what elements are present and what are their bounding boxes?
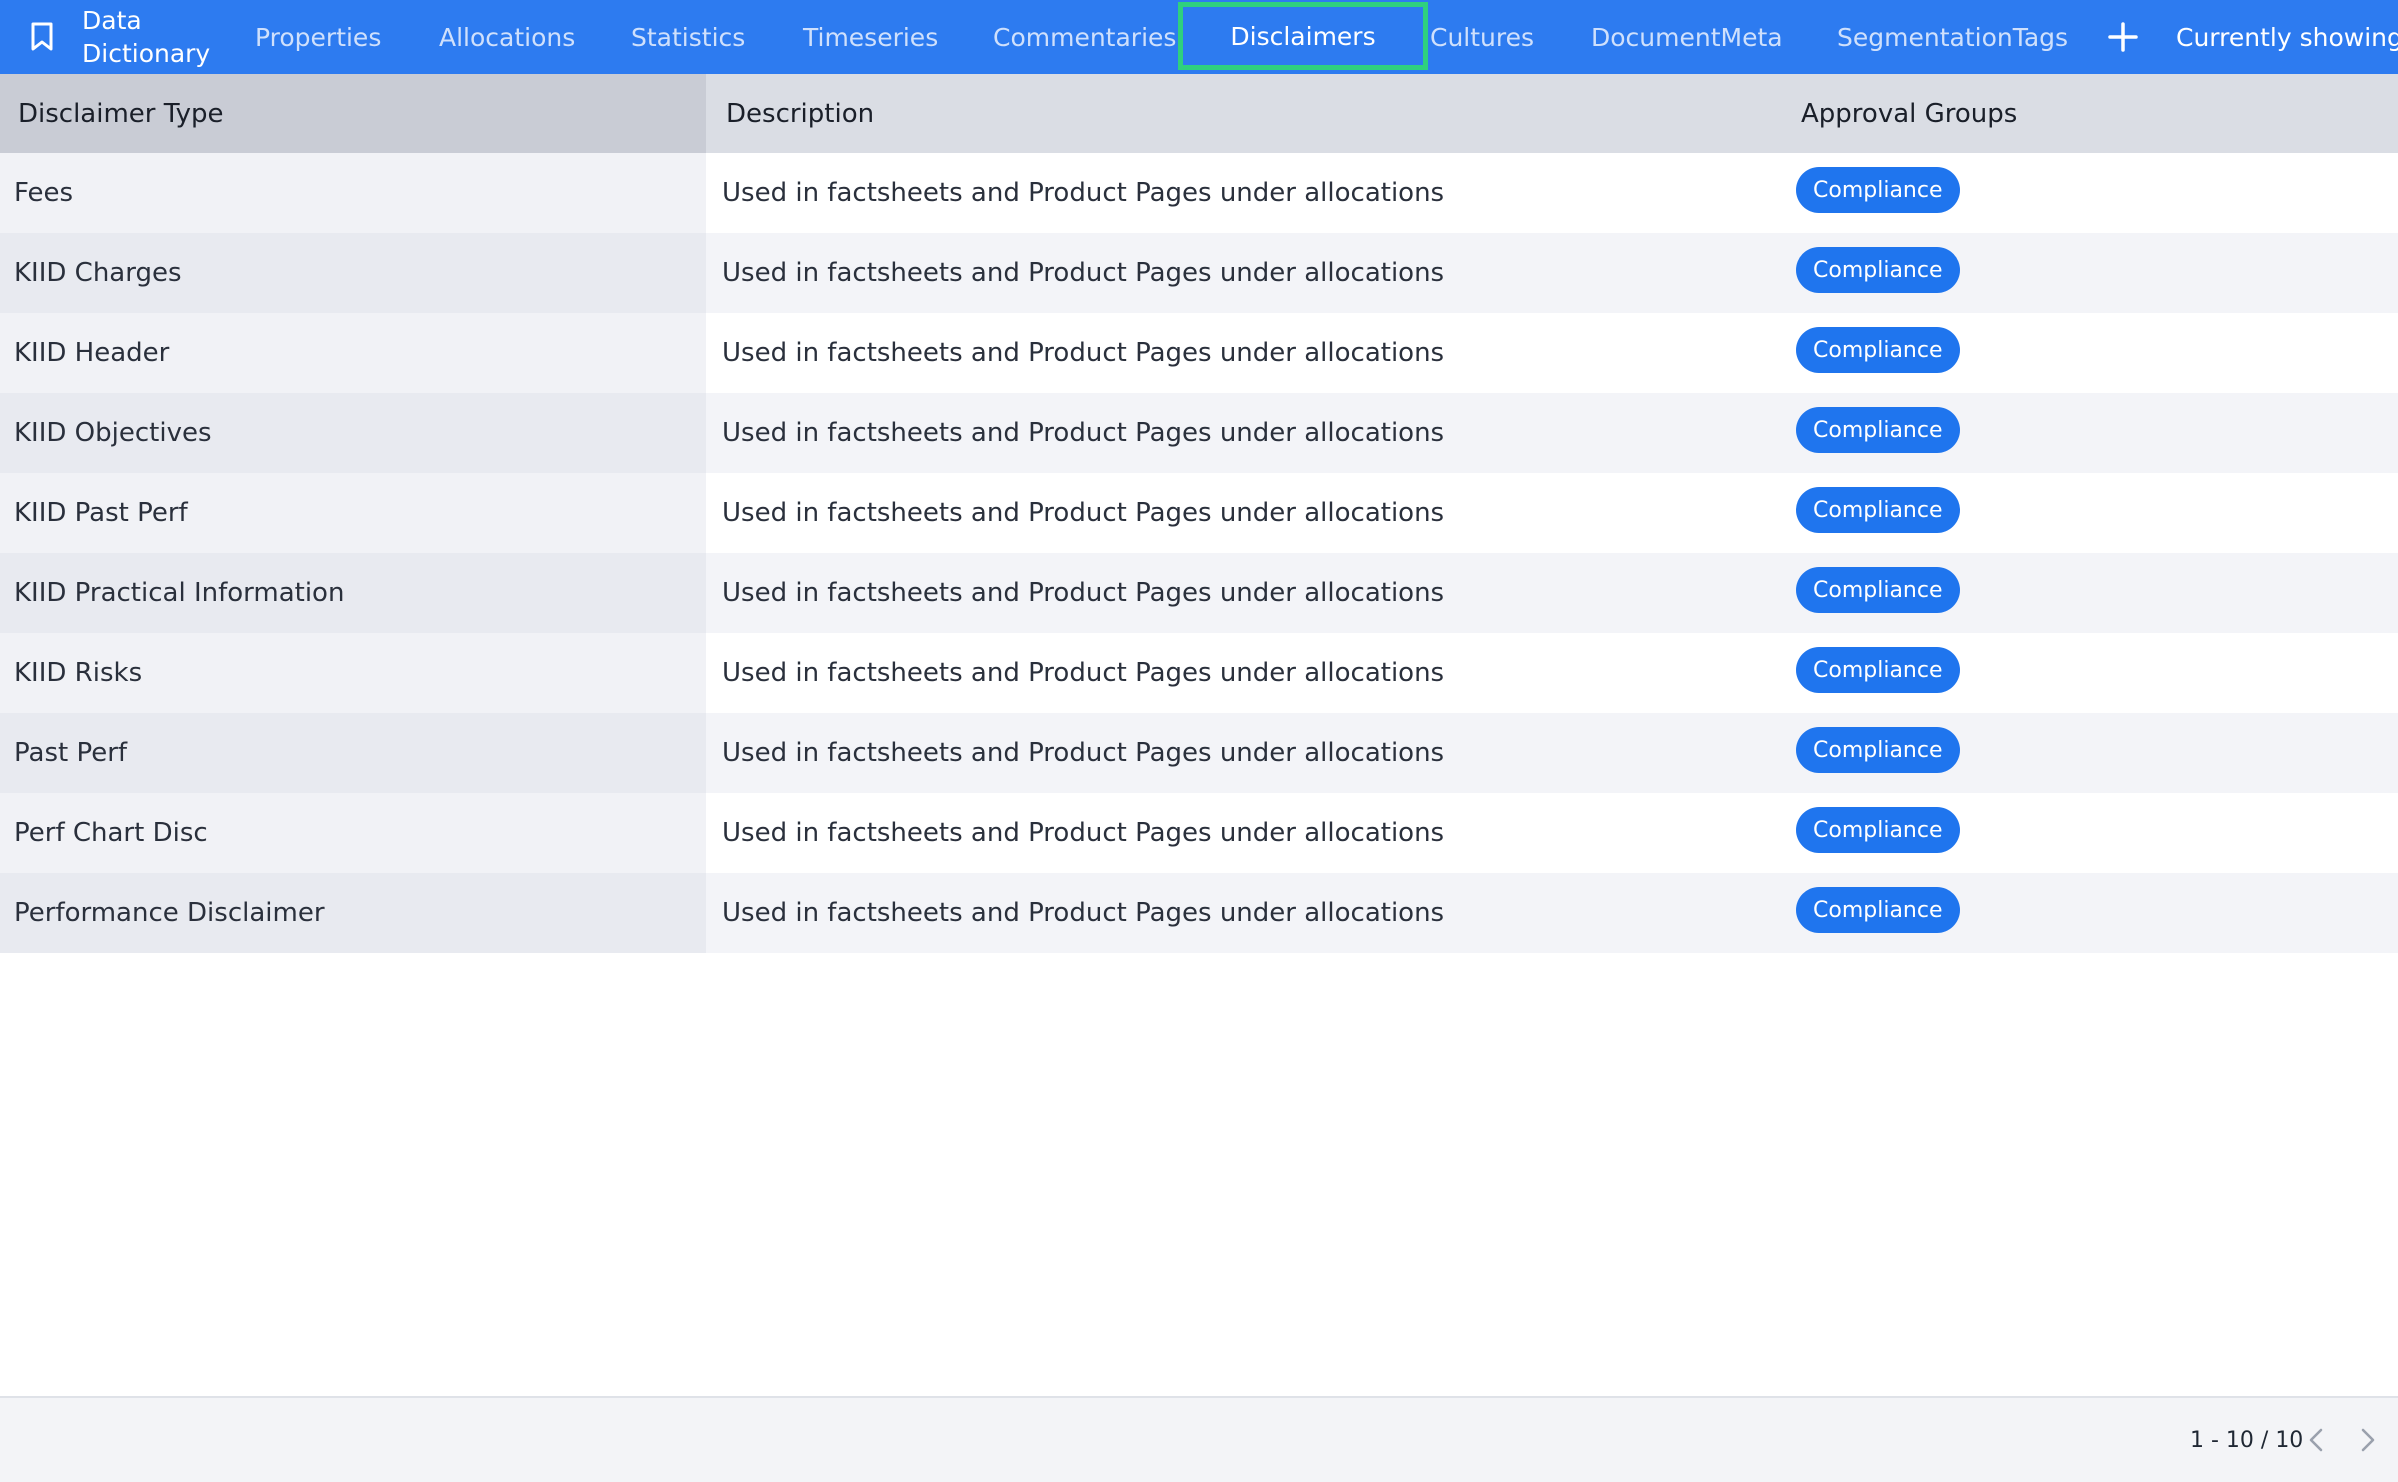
table-row[interactable]: KIID Header Used in factsheets and Produ… [0, 313, 2398, 393]
table-row[interactable]: KIID Risks Used in factsheets and Produc… [0, 633, 2398, 713]
tab-documentmeta[interactable]: DocumentMeta [1591, 0, 1783, 74]
table-footer: 1 - 10 / 10 [0, 1396, 2398, 1482]
disclaimer-type-cell: Past Perf [0, 713, 706, 793]
top-navigation: Data Dictionary Properties Allocations S… [0, 0, 2398, 74]
disclaimer-type-cell: KIID Charges [0, 233, 706, 313]
approval-groups-cell: Compliance [1796, 887, 1960, 933]
tab-cultures[interactable]: Cultures [1430, 0, 1534, 74]
brand-line-1: Data [82, 6, 142, 35]
description-cell: Used in factsheets and Product Pages und… [722, 178, 1445, 208]
disclaimer-type-cell: KIID Practical Information [0, 553, 706, 633]
plus-icon[interactable] [2106, 0, 2140, 74]
approval-group-badge[interactable]: Compliance [1796, 807, 1960, 853]
description-cell: Used in factsheets and Product Pages und… [722, 818, 1445, 848]
approval-groups-cell: Compliance [1796, 487, 1960, 533]
column-header-approval-groups[interactable]: Approval Groups [1801, 74, 2017, 153]
tab-timeseries[interactable]: Timeseries [803, 0, 938, 74]
approval-groups-cell: Compliance [1796, 327, 1960, 373]
chevron-left-icon[interactable] [2298, 1422, 2334, 1458]
description-cell: Used in factsheets and Product Pages und… [722, 578, 1445, 608]
disclaimers-table: Disclaimer Type Description Approval Gro… [0, 74, 2398, 953]
tab-segmentationtags[interactable]: SegmentationTags [1837, 0, 2068, 74]
chevron-right-icon[interactable] [2350, 1422, 2386, 1458]
approval-groups-cell: Compliance [1796, 167, 1960, 213]
table-row[interactable]: Performance Disclaimer Used in factsheet… [0, 873, 2398, 953]
description-cell: Used in factsheets and Product Pages und… [722, 898, 1445, 928]
table-row[interactable]: KIID Objectives Used in factsheets and P… [0, 393, 2398, 473]
tab-properties[interactable]: Properties [255, 0, 381, 74]
approval-group-badge[interactable]: Compliance [1796, 647, 1960, 693]
bookmark-icon[interactable] [26, 0, 58, 74]
disclaimer-type-cell: Fees [0, 153, 706, 233]
approval-groups-cell: Compliance [1796, 407, 1960, 453]
table-header: Disclaimer Type Description Approval Gro… [0, 74, 2398, 153]
brand-line-2: Dictionary [82, 39, 211, 68]
description-cell: Used in factsheets and Product Pages und… [722, 258, 1445, 288]
approval-group-badge[interactable]: Compliance [1796, 487, 1960, 533]
approval-group-badge[interactable]: Compliance [1796, 727, 1960, 773]
disclaimer-type-cell: KIID Past Perf [0, 473, 706, 553]
app-brand[interactable]: Data Dictionary [82, 0, 210, 74]
currently-showing-label: Currently showing: [2176, 22, 2398, 52]
approval-groups-cell: Compliance [1796, 247, 1960, 293]
description-cell: Used in factsheets and Product Pages und… [722, 498, 1445, 528]
description-cell: Used in factsheets and Product Pages und… [722, 338, 1445, 368]
table-row[interactable]: Perf Chart Disc Used in factsheets and P… [0, 793, 2398, 873]
column-header-description[interactable]: Description [726, 74, 874, 153]
approval-group-badge[interactable]: Compliance [1796, 567, 1960, 613]
approval-groups-cell: Compliance [1796, 807, 1960, 853]
approval-group-badge[interactable]: Compliance [1796, 407, 1960, 453]
disclaimer-type-cell: KIID Header [0, 313, 706, 393]
pagination-range: 1 - 10 / 10 [2190, 1427, 2304, 1453]
tab-commentaries[interactable]: Commentaries [993, 0, 1176, 74]
disclaimer-type-cell: Perf Chart Disc [0, 793, 706, 873]
approval-groups-cell: Compliance [1796, 567, 1960, 613]
description-cell: Used in factsheets and Product Pages und… [722, 418, 1445, 448]
table-row[interactable]: KIID Past Perf Used in factsheets and Pr… [0, 473, 2398, 553]
approval-groups-cell: Compliance [1796, 727, 1960, 773]
table-row[interactable]: KIID Charges Used in factsheets and Prod… [0, 233, 2398, 313]
approval-groups-cell: Compliance [1796, 647, 1960, 693]
table-row[interactable]: Past Perf Used in factsheets and Product… [0, 713, 2398, 793]
disclaimer-type-cell: KIID Objectives [0, 393, 706, 473]
column-header-disclaimer-type[interactable]: Disclaimer Type [0, 74, 706, 153]
disclaimer-type-cell: Performance Disclaimer [0, 873, 706, 953]
description-cell: Used in factsheets and Product Pages und… [722, 658, 1445, 688]
description-cell: Used in factsheets and Product Pages und… [722, 738, 1445, 768]
approval-group-badge[interactable]: Compliance [1796, 247, 1960, 293]
approval-group-badge[interactable]: Compliance [1796, 887, 1960, 933]
tab-statistics[interactable]: Statistics [631, 0, 745, 74]
tab-allocations[interactable]: Allocations [439, 0, 575, 74]
approval-group-badge[interactable]: Compliance [1796, 327, 1960, 373]
table-row[interactable]: Fees Used in factsheets and Product Page… [0, 153, 2398, 233]
tab-disclaimers[interactable]: Disclaimers [1178, 2, 1428, 70]
approval-group-badge[interactable]: Compliance [1796, 167, 1960, 213]
disclaimer-type-cell: KIID Risks [0, 633, 706, 713]
table-row[interactable]: KIID Practical Information Used in facts… [0, 553, 2398, 633]
